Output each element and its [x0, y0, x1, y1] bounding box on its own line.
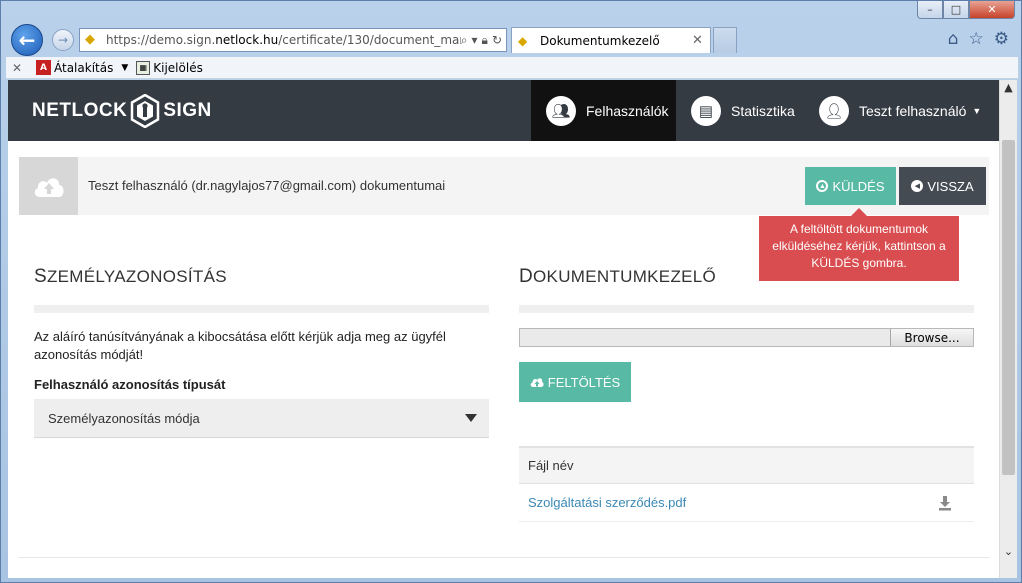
scroll-up-icon[interactable]: ▲	[1000, 81, 1017, 97]
file-input[interactable]: Browse...	[519, 328, 974, 347]
send-tooltip: A feltöltött dokumentumok elküldéséhez k…	[759, 208, 959, 281]
address-bar[interactable]: ◆ https://demo.sign.netlock.hu/certifica…	[79, 28, 507, 52]
identity-type-select[interactable]: Személyazonosítás módja	[34, 399, 489, 438]
footer-divider	[19, 557, 989, 558]
window-controls: – □ ✕	[917, 1, 1015, 19]
nav-users[interactable]: 👥︎ Felhasználók	[531, 80, 676, 141]
pdf-icon: A	[36, 60, 51, 75]
file-link[interactable]: Szolgáltatási szerződés.pdf	[528, 495, 686, 510]
chart-icon: ▤	[691, 95, 721, 126]
tab-title: Dokumentumkezelő	[540, 33, 660, 48]
back-button[interactable]: ◀ VISSZA	[899, 167, 986, 205]
identity-section-divider	[34, 305, 489, 313]
documents-section-title: DOKUMENTUMKEZELŐ	[519, 266, 717, 287]
table-row: Szolgáltatási szerződés.pdf	[519, 484, 974, 522]
web-page: NETLOCK SIGN 👥︎ Felhasználók ▤ Statiszti…	[8, 80, 999, 578]
minimize-button[interactable]: –	[917, 1, 943, 19]
app-navbar: NETLOCK SIGN 👥︎ Felhasználók ▤ Statiszti…	[8, 80, 999, 141]
convert-pdf-button[interactable]: A Átalakítás	[36, 60, 113, 75]
identity-section-title: SZEMÉLYAZONOSÍTÁS	[34, 266, 227, 287]
vertical-scrollbar[interactable]: ▲ ⌄	[999, 80, 1017, 578]
upload-button[interactable]: FELTÖLTÉS	[519, 362, 631, 402]
dropdown-icon[interactable]: ▾	[472, 33, 478, 48]
tab-close-icon[interactable]: ✕	[692, 33, 710, 48]
chevron-down-icon[interactable]: ▼	[121, 63, 128, 73]
site-favicon-icon: ◆	[85, 32, 95, 47]
tab-favicon-icon: ◆	[518, 33, 528, 48]
send-button[interactable]: ▲ KÜLDÉS	[805, 167, 896, 205]
documents-section-divider	[519, 305, 974, 313]
browser-nav-row: ← → ◆ https://demo.sign.netlock.hu/certi…	[1, 23, 1021, 57]
cloud-upload-icon	[530, 378, 544, 387]
command-bar: ✕ A Átalakítás ▼ ▦ Kijelölés	[6, 57, 1018, 79]
cloud-upload-icon	[19, 157, 78, 215]
browse-button[interactable]: Browse...	[890, 329, 973, 346]
favorites-star-icon[interactable]: ☆	[969, 29, 984, 49]
caret-down-icon	[465, 414, 477, 422]
nav-statistics[interactable]: ▤ Statisztika	[691, 80, 795, 141]
identity-description: Az aláíró tanúsítványának a kibocsátása …	[34, 329, 446, 362]
arrow-up-circle-icon: ▲	[816, 180, 829, 192]
home-icon[interactable]: ⌂	[948, 29, 959, 49]
identity-type-label: Felhasználó azonosítás típusát	[34, 377, 226, 392]
address-url[interactable]: https://demo.sign.netlock.hu/certificate…	[106, 33, 461, 47]
select-icon: ▦	[136, 60, 151, 75]
users-icon: 👥︎	[546, 95, 576, 126]
scrollbar-thumb[interactable]	[1002, 140, 1015, 475]
new-tab-button[interactable]	[713, 27, 737, 53]
page-title: Teszt felhasználó (dr.nagylajos77@gmail.…	[88, 178, 446, 193]
maximize-button[interactable]: □	[943, 1, 969, 19]
lock-icon[interactable]: 🔒︎	[482, 33, 488, 48]
browser-tab-active[interactable]: ◆ Dokumentumkezelő ✕	[511, 27, 711, 53]
close-window-button[interactable]: ✕	[969, 1, 1015, 19]
refresh-icon[interactable]: ↻	[492, 33, 502, 48]
browser-forward-button[interactable]: →	[52, 29, 74, 51]
scroll-down-icon[interactable]: ⌄	[1000, 545, 1017, 561]
page-viewport: NETLOCK SIGN 👥︎ Felhasználók ▤ Statiszti…	[8, 80, 1017, 578]
gear-icon[interactable]: ⚙	[994, 29, 1009, 49]
netlock-sign-logo[interactable]: NETLOCK SIGN	[32, 94, 212, 128]
user-avatar-icon: 👤︎	[819, 95, 849, 126]
browser-back-button[interactable]: ←	[11, 24, 43, 56]
close-toolbar-icon[interactable]: ✕	[6, 61, 28, 75]
hexagon-logo-icon	[131, 94, 160, 128]
browser-window: – □ ✕ ← → ◆ https://demo.sign.netlock.hu…	[0, 0, 1022, 583]
column-header-filename: Fájl név	[519, 446, 974, 484]
select-button[interactable]: ▦ Kijelölés	[136, 60, 203, 75]
arrow-left-circle-icon: ◀	[911, 180, 924, 192]
search-icon[interactable]: ⌕	[461, 33, 468, 48]
documents-table: Fájl név Szolgáltatási szerződés.pdf	[519, 446, 974, 522]
download-icon[interactable]	[938, 495, 952, 511]
caret-down-icon: ▼	[972, 105, 982, 116]
nav-user-menu[interactable]: 👤︎ Teszt felhasználó ▼	[819, 80, 981, 141]
document-header-bar: Teszt felhasználó (dr.nagylajos77@gmail.…	[19, 157, 989, 215]
